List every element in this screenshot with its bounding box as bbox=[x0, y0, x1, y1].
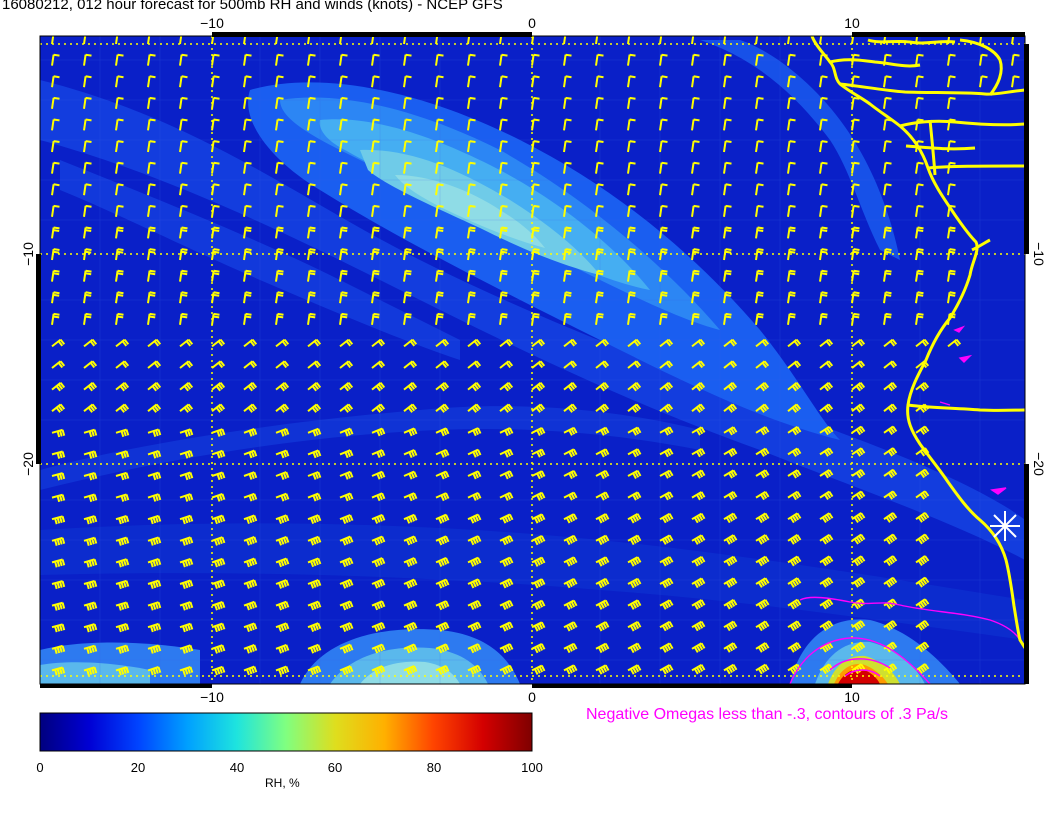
rh-colorbar bbox=[39, 712, 533, 752]
colorbar-tick-100: 100 bbox=[521, 760, 543, 775]
colorbar-tick-80: 80 bbox=[426, 760, 442, 775]
station-star-marker bbox=[990, 511, 1020, 541]
colorbar-tick-0: 0 bbox=[36, 760, 44, 775]
lat-tick-left-minus20: −20 bbox=[20, 452, 36, 476]
colorbar-title: RH, % bbox=[265, 776, 300, 790]
lon-tick-bottom-0: 0 bbox=[528, 689, 536, 705]
map-panel bbox=[40, 36, 1025, 684]
lon-tick-top-minus10: −10 bbox=[200, 15, 224, 31]
lat-tick-right-minus10: −10 bbox=[1031, 242, 1047, 266]
lat-tick-right-minus20: −20 bbox=[1031, 452, 1047, 476]
lat-tick-left-minus10: −10 bbox=[20, 242, 36, 266]
lon-tick-bottom-minus10: −10 bbox=[200, 689, 224, 705]
colorbar-tick-60: 60 bbox=[327, 760, 343, 775]
lon-tick-top-0: 0 bbox=[528, 15, 536, 31]
forecast-map-figure: −10 0 10 −10 0 10 −10 −20 −10 −20 bbox=[20, 15, 1047, 752]
omega-contour-note: Negative Omegas less than -.3, contours … bbox=[586, 706, 948, 723]
colorbar-tick-20: 20 bbox=[130, 760, 146, 775]
lon-tick-top-10: 10 bbox=[844, 15, 860, 31]
colorbar-tick-40: 40 bbox=[229, 760, 245, 775]
lon-tick-bottom-10: 10 bbox=[844, 689, 860, 705]
